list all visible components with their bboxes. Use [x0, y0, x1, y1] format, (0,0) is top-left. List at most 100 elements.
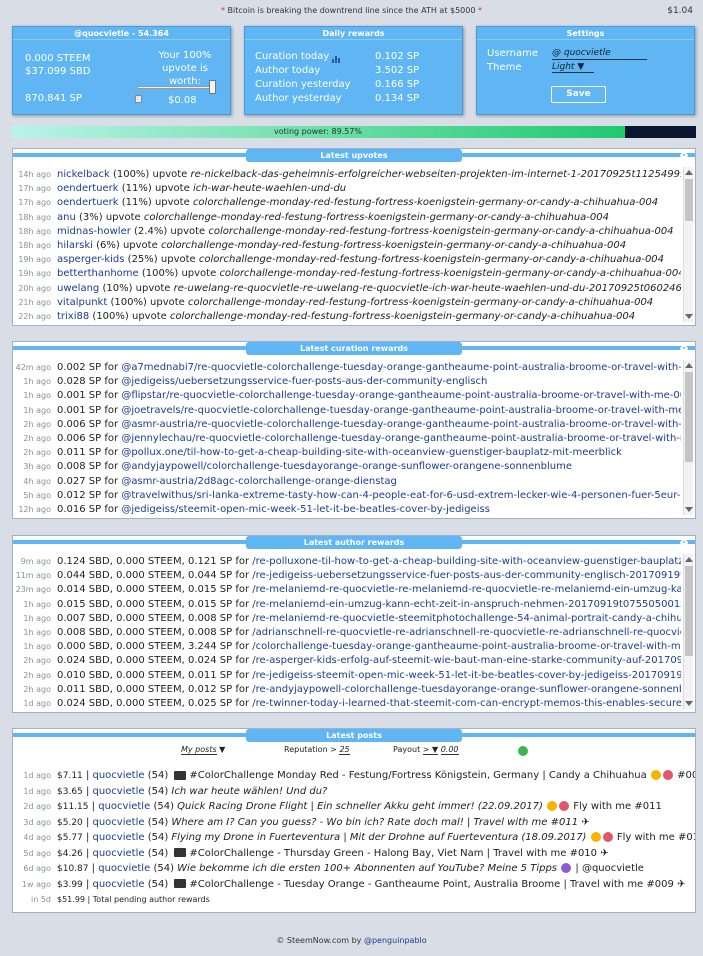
save-button[interactable]: Save	[551, 86, 606, 103]
post-link[interactable]: @joetravels/re-quocvietle-colorchallenge…	[121, 405, 681, 416]
voter-link[interactable]: hilarski	[57, 240, 93, 251]
refresh-icon[interactable]	[518, 746, 528, 756]
post-title-link[interactable]: #ColorChallenge - Tuesday Orange - Ganth…	[189, 879, 673, 890]
post-link[interactable]: /re-twinner-today-i-learned-that-steemit…	[252, 698, 681, 709]
post-link[interactable]: /adrianschnell-re-quocvietle-re-adriansc…	[252, 627, 681, 638]
post-link[interactable]: /re-melaniemd-re-quocvietle-steemitphoto…	[252, 613, 681, 624]
post-permlink: colorchallenge-monday-red-festung-fortre…	[188, 296, 654, 308]
post-link[interactable]: @asmr-austria/2d8agc-colorchallenge-oran…	[121, 476, 397, 487]
scroll-up-icon[interactable]	[685, 557, 693, 562]
author-link[interactable]: quocvietle	[93, 817, 145, 828]
eye-icon[interactable]	[680, 346, 688, 351]
scroll-thumb[interactable]	[685, 566, 693, 656]
username-input[interactable]: @ quocvietle	[552, 48, 647, 60]
post-link[interactable]: /re-andyjaypowell-colorchallenge-tuesday…	[252, 684, 681, 695]
scrollbar[interactable]	[683, 167, 693, 322]
reward-label: Curation yesterday	[255, 78, 351, 90]
post-link[interactable]: @a7mednabi7/re-quocvietle-colorchallenge…	[121, 362, 681, 373]
post-link[interactable]: /re-polluxone-til-how-to-get-a-cheap-bui…	[252, 556, 681, 567]
scroll-thumb[interactable]	[685, 372, 693, 462]
payout-input[interactable]: 0.00	[440, 745, 459, 755]
post-link[interactable]: @flipstar/re-quocvietle-colorchallenge-t…	[121, 390, 681, 401]
eye-icon[interactable]	[680, 153, 688, 158]
post-title-link[interactable]: Flying my Drone in Fuerteventura | Mit d…	[171, 832, 586, 843]
chevron-down-icon: ▼	[577, 62, 585, 72]
post-link[interactable]: @andyjaypowell/colorchallenge-tuesdayora…	[121, 461, 572, 472]
voter-link[interactable]: oendertuerk	[57, 197, 119, 208]
reputation-input[interactable]: 25	[339, 745, 350, 755]
post-link[interactable]: /re-asperger-kids-erfolg-auf-steemit-wie…	[252, 655, 681, 666]
rocket-icon	[559, 801, 570, 811]
scroll-up-icon[interactable]	[685, 170, 693, 175]
daily-rewards-card: Daily rewards Curation today 0.102 SP Au…	[244, 26, 463, 115]
author-link[interactable]: @penguinpablo	[364, 936, 427, 945]
post-link[interactable]: @asmr-austria/re-quocvietle-colorchallen…	[121, 419, 681, 430]
news-ticker[interactable]: * Bitcoin is breaking the downtrend line…	[0, 6, 703, 15]
voter-link[interactable]: betterthanhome	[57, 268, 139, 279]
slider-thumb[interactable]	[209, 80, 216, 94]
post-link[interactable]: @pollux.one/til-how-to-get-a-cheap-build…	[121, 447, 622, 458]
scroll-thumb[interactable]	[685, 179, 693, 221]
scrollbar[interactable]	[683, 360, 693, 515]
author-link[interactable]: quocvietle	[98, 863, 150, 874]
post-link[interactable]: /re-jedigeiss-uebersetzungsservice-fuer-…	[252, 570, 681, 581]
post-title-link[interactable]: #ColorChallenge - Thursday Green - Halon…	[189, 848, 597, 859]
voter-link[interactable]: midnas-howler	[57, 226, 131, 237]
reward-amount: 0.027 SP for	[57, 475, 119, 487]
theme-select[interactable]: Light ▼	[552, 62, 594, 73]
scroll-up-icon[interactable]	[685, 363, 693, 368]
post-permlink: re-uwelang-re-quocvietle-re-uwelang-re-q…	[173, 282, 681, 294]
list-item: 9m ago 0.124 SBD, 0.000 STEEM, 0.121 SP f…	[13, 555, 681, 569]
post-link[interactable]: /colorchallenge-tuesday-orange-gantheaum…	[252, 641, 681, 652]
post-title-link[interactable]: #ColorChallenge Monday Red - Festung/For…	[189, 770, 646, 781]
author-link[interactable]: quocvietle	[93, 879, 145, 890]
post-title-link[interactable]: Ich war heute wählen! Und du?	[171, 786, 327, 797]
post-permlink: re-nickelback-das-geheimnis-erfolgreiche…	[190, 169, 682, 180]
author-link[interactable]: quocvietle	[93, 786, 145, 797]
row-age: 18h ago	[18, 226, 51, 236]
reward-amount: 0.015 SBD, 0.000 STEEM, 0.015 SP for	[57, 598, 250, 610]
author-link[interactable]: quocvietle	[93, 848, 145, 859]
post-link[interactable]: @jedigeiss/steemit-open-mic-week-51-let-…	[121, 504, 490, 515]
scroll-down-icon[interactable]	[685, 507, 693, 512]
chart-icon[interactable]	[332, 52, 341, 63]
latest-author-panel: Latest author rewards 9m ago 0.124 SBD, 0…	[12, 535, 696, 713]
payout-operator-select[interactable]: > ▼	[422, 745, 439, 755]
post-link[interactable]: /re-melaniemd-re-quocvietle-re-melaniemd…	[252, 584, 681, 595]
post-payout: $10.87	[57, 864, 89, 874]
post-type-select[interactable]: My posts ▼	[181, 745, 225, 755]
lock-icon[interactable]	[135, 95, 142, 103]
post-link[interactable]: @jennylechau/re-quocvietle-colorchalleng…	[121, 433, 681, 444]
curation-list: 42m ago 0.002 SP for @a7mednabi7/re-quocv…	[13, 361, 681, 517]
upvote-weight-slider[interactable]	[137, 80, 217, 94]
clapperboard-icon	[174, 879, 187, 888]
total-pending-rewards: $51.99 | Total pending author rewards	[57, 895, 210, 904]
author-link[interactable]: quocvietle	[93, 770, 145, 781]
voter-link[interactable]: anu	[57, 212, 76, 223]
latest-curation-panel: Latest curation rewards 42m ago 0.002 SP …	[12, 341, 696, 519]
post-title-link[interactable]: Quick Racing Drone Flight | Ein schnelle…	[177, 801, 543, 812]
scroll-down-icon[interactable]	[685, 701, 693, 706]
post-link[interactable]: @travelwithus/sri-lanka-extreme-tasty-ho…	[121, 490, 681, 501]
voter-link[interactable]: nickelback	[57, 169, 110, 180]
row-age: 14h ago	[18, 170, 51, 179]
post-title-link[interactable]: Where am I? Can you guess? - Wo bin ich?…	[171, 817, 578, 828]
list-item: 1d ago $3.65 | quocvietle (54) Ich war he…	[13, 784, 695, 800]
scroll-down-icon[interactable]	[685, 314, 693, 319]
author-link[interactable]: quocvietle	[98, 801, 150, 812]
voter-link[interactable]: trixi88	[57, 311, 89, 322]
list-item: 2h ago 0.011 SP for @pollux.one/til-how-t…	[13, 446, 681, 460]
post-title-link[interactable]: Wie bekomme ich die ersten 100+ Abonnent…	[177, 863, 557, 874]
voter-link[interactable]: vitalpunkt	[57, 297, 107, 308]
voter-link[interactable]: asperger-kids	[57, 254, 124, 265]
scrollbar[interactable]	[683, 554, 693, 709]
eye-icon[interactable]	[680, 540, 688, 545]
row-age: 2d ago	[23, 802, 51, 811]
post-link[interactable]: /re-jedigeiss-steemit-open-mic-week-51-l…	[252, 670, 681, 681]
author-link[interactable]: quocvietle	[93, 832, 145, 843]
post-title-suffix: #004	[677, 770, 695, 781]
post-link[interactable]: @jedigeiss/uebersetzungsservice-fuer-pos…	[121, 376, 487, 387]
post-link[interactable]: /re-melaniemd-ein-umzug-kann-echt-zeit-i…	[252, 599, 681, 610]
voter-link[interactable]: oendertuerk	[57, 183, 119, 194]
voter-link[interactable]: uwelang	[57, 283, 99, 294]
